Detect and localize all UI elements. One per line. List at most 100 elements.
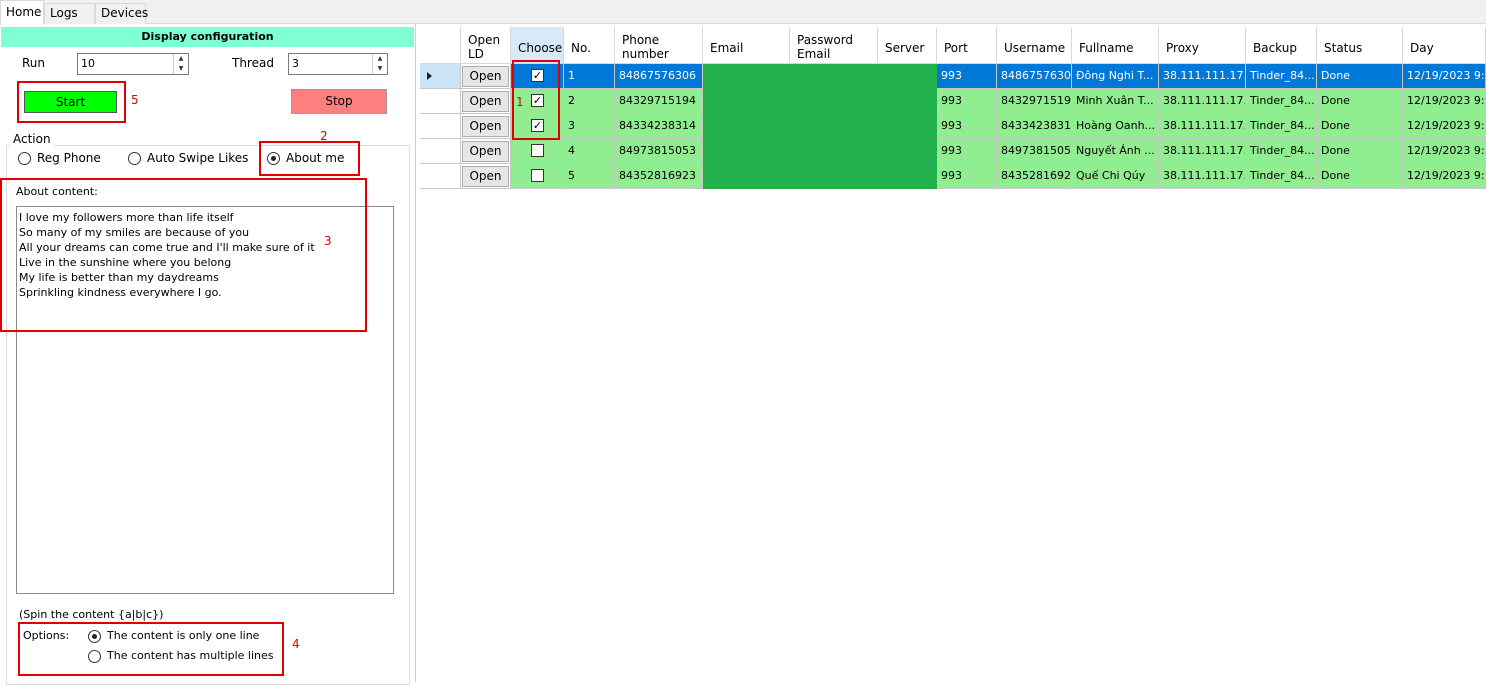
column-header-backup[interactable]: Backup bbox=[1246, 27, 1317, 64]
masked-cell bbox=[703, 139, 790, 164]
cell-status: Done bbox=[1317, 64, 1403, 89]
radio-reg-phone[interactable] bbox=[18, 152, 31, 165]
table-row[interactable]: Open ✓ 1 84867576306 993 84867576306 Đông Nghi… bbox=[420, 64, 1486, 89]
cell-fullname: Hoàng Oanh... bbox=[1072, 114, 1159, 139]
thread-stepper[interactable]: 3 ▲ ▼ bbox=[288, 53, 388, 75]
masked-cell bbox=[790, 139, 878, 164]
cell-phone: 84352816923 bbox=[615, 164, 703, 189]
cell-proxy: 38.111.111.17... bbox=[1159, 114, 1246, 139]
annotation-box-options bbox=[18, 622, 284, 676]
column-header-username[interactable]: Username bbox=[997, 27, 1072, 64]
cell-no: 4 bbox=[564, 139, 615, 164]
column-header-day[interactable]: Day bbox=[1403, 27, 1486, 64]
cell-fullname: Minh Xuân T... bbox=[1072, 89, 1159, 114]
tab-devices[interactable]: Devices bbox=[95, 3, 148, 24]
row-header bbox=[420, 114, 461, 139]
open-ld-button[interactable]: Open bbox=[462, 66, 509, 87]
cell-proxy: 38.111.111.17... bbox=[1159, 139, 1246, 164]
run-stepper[interactable]: 10 ▲ ▼ bbox=[77, 53, 189, 75]
column-header-status[interactable]: Status bbox=[1317, 27, 1403, 64]
masked-cell bbox=[703, 114, 790, 139]
choose-cell bbox=[511, 139, 564, 164]
cell-no: 1 bbox=[564, 64, 615, 89]
row-header bbox=[420, 89, 461, 114]
masked-cell bbox=[878, 139, 937, 164]
cell-port: 993 bbox=[937, 164, 997, 189]
choose-checkbox[interactable] bbox=[531, 144, 544, 157]
column-header-phone[interactable]: Phone number bbox=[615, 27, 703, 64]
cell-proxy: 38.111.111.17... bbox=[1159, 164, 1246, 189]
column-header-password-email[interactable]: Password Email bbox=[790, 27, 878, 64]
cell-day: 12/19/2023 9:... bbox=[1403, 114, 1486, 139]
column-header-port[interactable]: Port bbox=[937, 27, 997, 64]
open-ld-button[interactable]: Open bbox=[462, 91, 509, 112]
radio-auto-swipe[interactable] bbox=[128, 152, 141, 165]
open-ld-button[interactable]: Open bbox=[462, 166, 509, 187]
cell-phone: 84867576306 bbox=[615, 64, 703, 89]
row-header bbox=[420, 64, 461, 89]
cell-backup: Tinder_84... bbox=[1246, 114, 1317, 139]
column-header-server[interactable]: Server bbox=[878, 27, 937, 64]
open-ld-button[interactable]: Open bbox=[462, 116, 509, 137]
annotation-box-about-me bbox=[259, 141, 360, 176]
spin-down-icon[interactable]: ▼ bbox=[174, 64, 188, 74]
run-value: 10 bbox=[81, 57, 95, 70]
tab-home[interactable]: Home bbox=[0, 0, 44, 25]
cell-backup: Tinder_84... bbox=[1246, 139, 1317, 164]
table-row[interactable]: Open ✓ 3 84334238314 993 84334238314 Hoàng Oan… bbox=[420, 114, 1486, 139]
masked-cell bbox=[703, 89, 790, 114]
radio-auto-swipe-label: Auto Swipe Likes bbox=[147, 151, 249, 165]
masked-cell bbox=[878, 164, 937, 189]
open-ld-button[interactable]: Open bbox=[462, 141, 509, 162]
spin-down-icon[interactable]: ▼ bbox=[373, 64, 387, 74]
cell-status: Done bbox=[1317, 89, 1403, 114]
cell-day: 12/19/2023 9:... bbox=[1403, 164, 1486, 189]
cell-username: 84352816923 bbox=[997, 164, 1072, 189]
cell-proxy: 38.111.111.17... bbox=[1159, 89, 1246, 114]
cell-backup: Tinder_84... bbox=[1246, 164, 1317, 189]
column-header-fullname[interactable]: Fullname bbox=[1072, 27, 1159, 64]
tab-logs[interactable]: Logs bbox=[44, 3, 95, 24]
table-row[interactable]: Open ✓ 2 84329715194 993 84329715194 Minh Xuân… bbox=[420, 89, 1486, 114]
cell-phone: 84329715194 bbox=[615, 89, 703, 114]
stop-button[interactable]: Stop bbox=[291, 89, 387, 114]
annotation-number-4: 4 bbox=[292, 637, 300, 651]
tab-bar: Home Logs Devices bbox=[0, 0, 1486, 25]
cell-username: 84867576306 bbox=[997, 64, 1072, 89]
table-row[interactable]: Open 5 84352816923 993 84352816923 Quế Chi Qú… bbox=[420, 164, 1486, 189]
column-header-email[interactable]: Email bbox=[703, 27, 790, 64]
cell-fullname: Quế Chi Qúy bbox=[1072, 164, 1159, 189]
open-ld-cell: Open bbox=[461, 89, 511, 114]
cell-username: 84334238314 bbox=[997, 114, 1072, 139]
cell-username: 84973815053 bbox=[997, 139, 1072, 164]
annotation-box-about-content bbox=[0, 178, 367, 332]
cell-no: 2 bbox=[564, 89, 615, 114]
cell-port: 993 bbox=[937, 64, 997, 89]
thread-value: 3 bbox=[292, 57, 299, 70]
choose-checkbox[interactable] bbox=[531, 169, 544, 182]
column-header-choose[interactable]: Choose bbox=[511, 27, 564, 64]
cell-day: 12/19/2023 9:... bbox=[1403, 64, 1486, 89]
run-label: Run bbox=[22, 56, 46, 70]
annotation-number-1: 1 bbox=[516, 95, 524, 109]
column-header-no[interactable]: No. bbox=[564, 27, 615, 64]
accounts-grid: Open LD Choose No. Phone number Email Pa… bbox=[420, 24, 1486, 682]
column-header-open-ld[interactable]: Open LD bbox=[461, 27, 511, 64]
spin-up-icon[interactable]: ▲ bbox=[373, 54, 387, 64]
choose-cell bbox=[511, 164, 564, 189]
cell-backup: Tinder_84... bbox=[1246, 89, 1317, 114]
spin-up-icon[interactable]: ▲ bbox=[174, 54, 188, 64]
table-row[interactable]: Open 4 84973815053 993 84973815053 Nguyết Ánh… bbox=[420, 139, 1486, 164]
spin-hint: (Spin the content {a|b|c}) bbox=[19, 608, 164, 621]
thread-label: Thread bbox=[232, 56, 274, 70]
config-header: Display configuration bbox=[1, 27, 414, 47]
column-header-proxy[interactable]: Proxy bbox=[1159, 27, 1246, 64]
row-header bbox=[420, 139, 461, 164]
cell-fullname: Đông Nghi T... bbox=[1072, 64, 1159, 89]
current-row-arrow-icon bbox=[427, 72, 432, 80]
masked-cell bbox=[790, 89, 878, 114]
annotation-box-start bbox=[17, 81, 126, 123]
annotation-number-5: 5 bbox=[131, 93, 139, 107]
radio-reg-phone-label: Reg Phone bbox=[37, 151, 101, 165]
cell-day: 12/19/2023 9:... bbox=[1403, 139, 1486, 164]
